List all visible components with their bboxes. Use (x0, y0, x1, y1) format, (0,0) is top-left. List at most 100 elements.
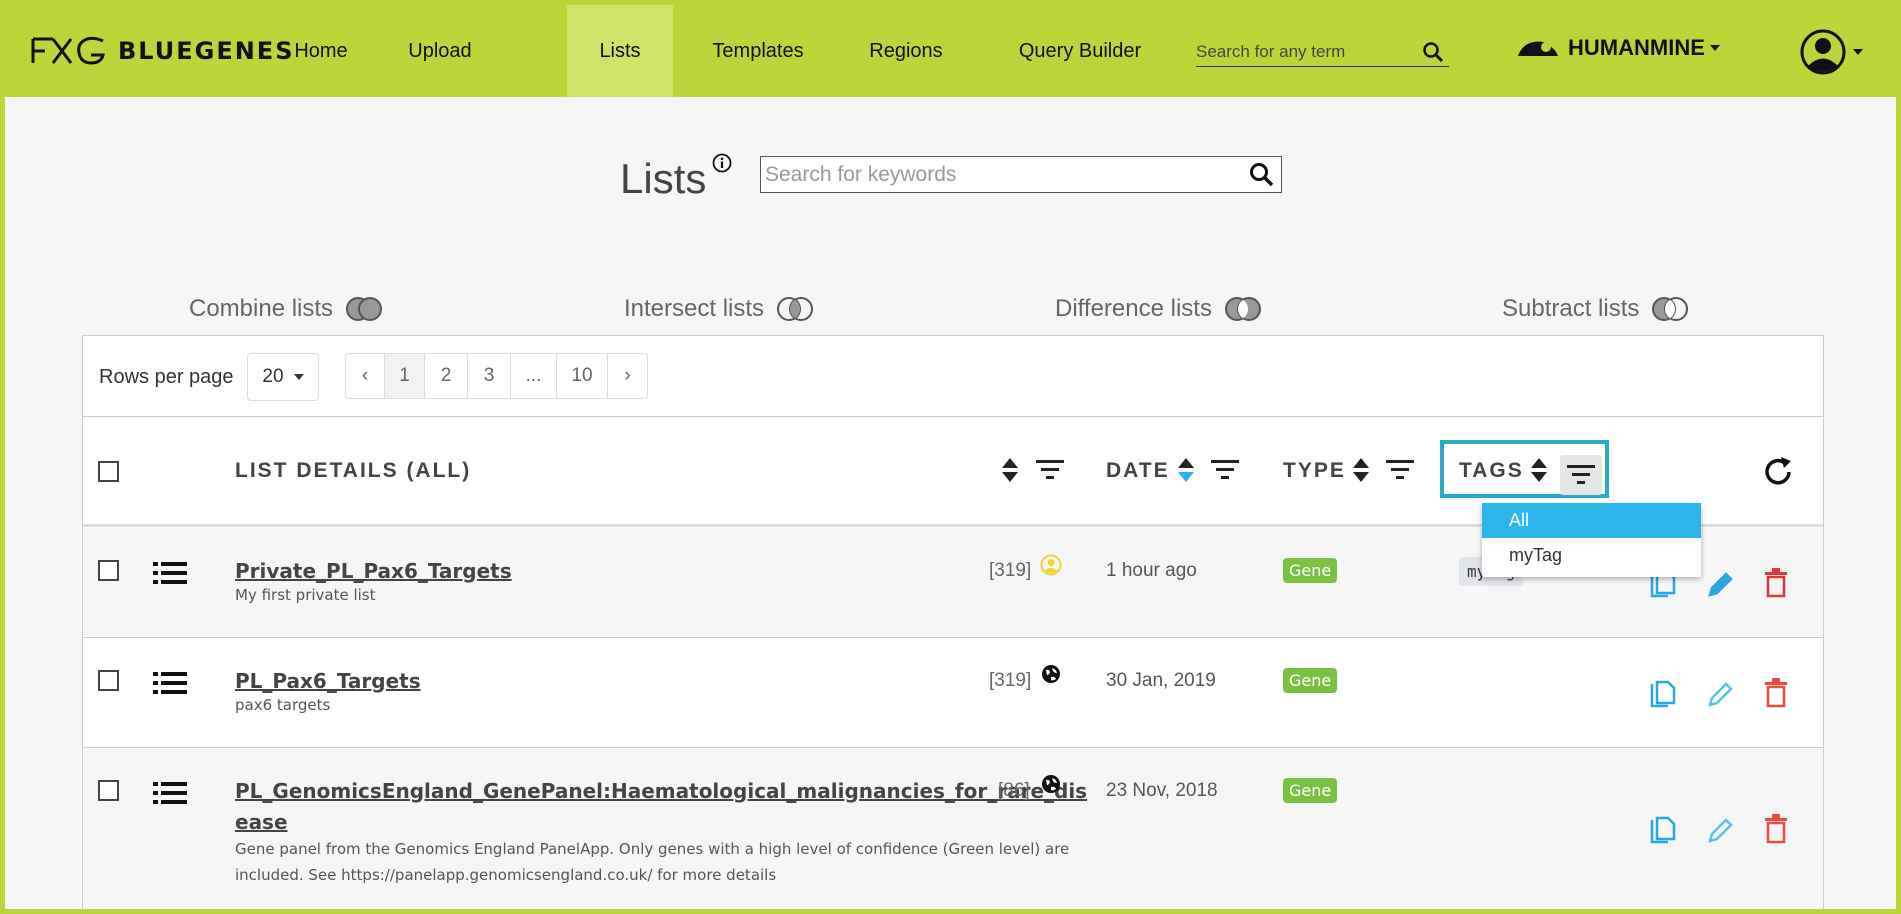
list-icon[interactable] (153, 562, 187, 584)
filter-icon[interactable] (1211, 459, 1239, 481)
nav-templates[interactable]: Templates (693, 5, 823, 97)
difference-lists-button[interactable]: Difference lists (1055, 295, 1262, 323)
delete-icon[interactable] (1764, 568, 1788, 598)
nav-upload[interactable]: Upload (381, 5, 499, 97)
copy-icon[interactable] (1649, 816, 1677, 846)
venn-icon (1652, 297, 1689, 321)
intersect-lists-button[interactable]: Intersect lists (624, 295, 814, 323)
type-badge: Gene (1283, 668, 1338, 693)
global-search (1196, 37, 1449, 67)
tags-filter-button[interactable] (1560, 455, 1602, 495)
delete-icon[interactable] (1764, 678, 1788, 708)
list-name-link-continued[interactable]: ease (235, 810, 288, 834)
page-2-button[interactable]: 2 (425, 354, 468, 398)
edit-icon[interactable] (1707, 570, 1735, 598)
column-date: DATE (1106, 459, 1170, 482)
info-icon[interactable] (712, 153, 732, 173)
page-3-button[interactable]: 3 (468, 354, 511, 398)
filter-icon[interactable] (1386, 459, 1414, 481)
difference-lists-label: Difference lists (1055, 295, 1212, 322)
nav-query-builder[interactable]: Query Builder (990, 5, 1170, 97)
nav-lists[interactable]: Lists (567, 5, 673, 97)
row-checkbox[interactable] (98, 560, 119, 581)
filter-icon[interactable] (1036, 459, 1064, 481)
search-icon[interactable] (1422, 41, 1444, 63)
pagination: ‹ 1 2 3 ... 10 › (345, 353, 648, 399)
refresh-icon[interactable] (1761, 455, 1795, 489)
keyword-search (760, 156, 1282, 193)
page-prev-button[interactable]: ‹ (346, 354, 385, 398)
app-frame: BLUEGENES Home Upload Lists Templates Re… (5, 5, 1896, 909)
sort-desc-icon[interactable] (1177, 457, 1195, 483)
rows-per-page-select[interactable]: 20 (247, 353, 319, 401)
private-user-icon (1040, 554, 1062, 576)
public-globe-icon (1042, 775, 1060, 793)
edit-icon[interactable] (1707, 680, 1735, 708)
delete-icon[interactable] (1764, 814, 1788, 844)
global-search-input[interactable] (1196, 41, 1416, 62)
list-date: 23 Nov, 2018 (1106, 780, 1218, 801)
filter-icon (1567, 465, 1595, 484)
list-name-link[interactable]: PL_GenomicsEngland_GenePanel:Haematologi… (235, 779, 1087, 803)
caret-down-icon (1709, 45, 1720, 51)
page-title: Lists (620, 155, 707, 202)
nav-home[interactable]: Home (262, 5, 380, 97)
humanmine-logo-icon (1518, 41, 1558, 56)
mine-name: HUMANMINE (1568, 35, 1705, 60)
table-row: PL_Pax6_Targets pax6 targets [319] 30 Ja… (83, 638, 1823, 748)
caret-down-icon (1853, 49, 1863, 55)
tag-filter-option-all[interactable]: All (1482, 503, 1701, 538)
mine-selector[interactable]: HUMANMINE (1516, 35, 1721, 61)
column-type: TYPE (1283, 459, 1346, 482)
venn-icon (777, 297, 814, 321)
sort-icon[interactable] (1001, 457, 1019, 483)
nav-regions[interactable]: Regions (853, 5, 959, 97)
list-icon[interactable] (153, 672, 187, 694)
page-next-button[interactable]: › (608, 354, 647, 398)
venn-icon (346, 297, 383, 321)
column-list-details: LIST DETAILS (ALL) (235, 459, 472, 482)
type-badge: Gene (1283, 778, 1338, 803)
row-checkbox[interactable] (98, 670, 119, 691)
navbar: BLUEGENES Home Upload Lists Templates Re… (5, 5, 1896, 97)
page-1-button[interactable]: 1 (385, 354, 425, 398)
list-count: [319] (989, 670, 1032, 691)
subtract-lists-label: Subtract lists (1502, 295, 1640, 322)
list-name-link[interactable]: PL_Pax6_Targets (235, 669, 421, 693)
list-date: 1 hour ago (1106, 560, 1197, 581)
sort-icon[interactable] (1530, 457, 1548, 483)
user-avatar-icon (1800, 29, 1846, 75)
search-icon[interactable] (1249, 162, 1275, 188)
list-count: [319] (989, 560, 1032, 581)
row-checkbox[interactable] (98, 780, 119, 801)
brand[interactable]: BLUEGENES (31, 35, 294, 67)
rows-per-page-label: Rows per page (99, 366, 234, 388)
type-badge: Gene (1283, 558, 1338, 583)
keyword-search-input[interactable] (761, 162, 1241, 187)
combine-lists-button[interactable]: Combine lists (189, 295, 383, 323)
list-description: My first private list (235, 586, 376, 604)
caret-down-icon (293, 373, 304, 380)
rows-per-page-value: 20 (262, 366, 284, 387)
list-name-link[interactable]: Private_PL_Pax6_Targets (235, 559, 512, 583)
combine-lists-label: Combine lists (189, 295, 334, 322)
public-globe-icon (1042, 665, 1060, 683)
tag-filter-dropdown: All myTag (1482, 503, 1701, 577)
user-menu[interactable] (1800, 29, 1864, 75)
pager-row: Rows per page 20 ‹ 1 2 3 ... 10 › (83, 336, 1823, 417)
page-10-button[interactable]: 10 (557, 354, 608, 398)
list-description: pax6 targets (235, 696, 331, 714)
bluegenes-logo-icon (31, 36, 105, 65)
copy-icon[interactable] (1649, 680, 1677, 710)
list-icon[interactable] (153, 782, 187, 804)
page-ellipsis: ... (511, 354, 557, 398)
edit-icon[interactable] (1707, 816, 1735, 844)
tag-filter-option-mytag[interactable]: myTag (1482, 538, 1701, 573)
venn-icon (1224, 297, 1261, 321)
intersect-lists-label: Intersect lists (624, 295, 765, 322)
sort-icon[interactable] (1352, 457, 1370, 483)
subtract-lists-button[interactable]: Subtract lists (1502, 295, 1689, 323)
list-description: Gene panel from the Genomics England Pan… (235, 840, 1070, 858)
list-date: 30 Jan, 2019 (1106, 670, 1216, 691)
select-all-checkbox[interactable] (98, 461, 119, 482)
